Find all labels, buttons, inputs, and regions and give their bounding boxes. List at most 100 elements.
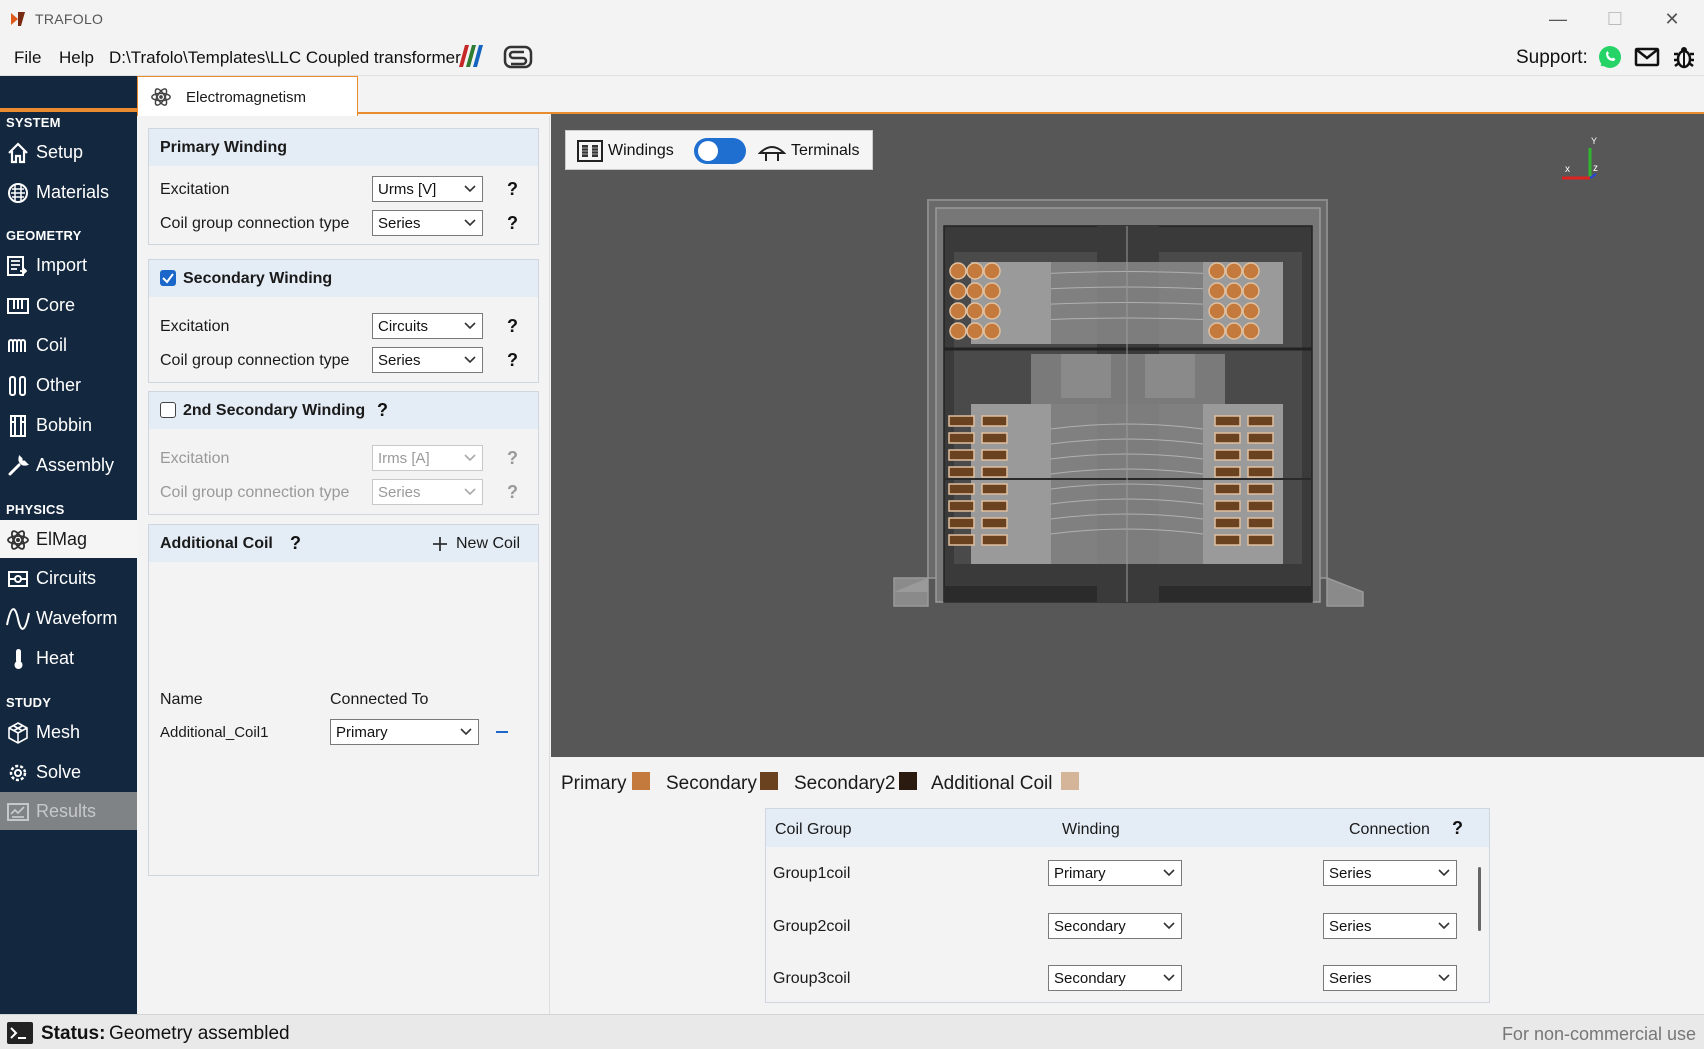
status-label: Status: [41,1023,106,1044]
maximize-icon[interactable]: ☐ [1595,6,1635,32]
mail-icon[interactable] [1634,44,1660,70]
windings-terminals-switch[interactable] [694,138,746,164]
secondary-excitation-select[interactable]: Circuits [372,313,483,339]
transformer-model [893,199,1364,607]
3d-viewport[interactable] [551,114,1704,757]
sidebar-item-coil[interactable]: Coil [0,326,137,364]
terminals-label[interactable]: Terminals [791,142,859,160]
sidebar-item-other[interactable]: Other [0,366,137,404]
primary-winding-header: Primary Winding [149,129,538,166]
menu-help[interactable]: Help [59,48,94,68]
close-icon[interactable]: ✕ [1652,6,1692,32]
sidebar-item-elmag[interactable]: ElMag [0,520,137,558]
row-connection-select[interactable]: Series [1323,860,1457,886]
menu-file[interactable]: File [14,48,41,68]
gear-icon [9,764,27,782]
sidebar-item-core[interactable]: Core [0,286,137,324]
secondary-excitation-help[interactable]: ? [507,316,518,337]
sidebar-item-import[interactable]: Import [0,246,137,284]
secondary2-help[interactable]: ? [377,400,388,421]
sidebar-item-assembly[interactable]: Assembly [0,446,137,484]
chevron-down-icon [464,356,476,364]
sidebar-item-mesh[interactable]: Mesh [0,713,137,751]
tab-electromagnetism[interactable]: Electromagnetism [137,76,358,116]
checkmark-icon [162,273,174,284]
coil-group-table: Coil Group Winding Connection ? Group1co… [765,808,1490,1003]
atom-icon [7,530,29,550]
sidebar-item-setup[interactable]: Setup [0,133,137,171]
legend-additional-label: Additional Coil [931,773,1053,794]
section-physics: PHYSICS [6,502,65,517]
minimize-icon[interactable]: — [1538,6,1578,32]
status-value: Geometry assembled [109,1023,290,1044]
primary-connection-help[interactable]: ? [507,213,518,234]
status-bar: Status: Geometry assembled For non-comme… [0,1014,1704,1049]
section-system: SYSTEM [6,115,61,130]
chevron-down-icon [464,322,476,330]
windings-label[interactable]: Windings [608,142,674,160]
secondary2-winding-header: 2nd Secondary Winding ? [149,392,538,429]
thermometer-icon [14,649,23,669]
primary-winding-group: Primary Winding Excitation Urms [V] ? Co… [148,128,539,245]
additional-coil-help[interactable]: ? [290,533,301,554]
secondary2-connection-select[interactable]: Series [372,479,483,505]
sidebar-item-solve[interactable]: Solve [0,753,137,791]
secondary2-excitation-select[interactable]: Irms [A] [372,445,483,471]
circuits-icon [8,571,28,587]
row-winding-select[interactable]: Primary [1048,860,1182,886]
sidebar-item-results[interactable]: Results [0,792,137,830]
coil-table-help[interactable]: ? [1452,818,1463,839]
core-icon [7,298,29,314]
col-winding: Winding [1062,821,1120,838]
table-scrollbar[interactable] [1478,867,1481,931]
additional-coil-connected-select[interactable]: Primary [330,719,479,745]
menu-bar: File Help D:\Trafolo\Templates\LLC Coupl… [0,38,1704,76]
color-bars-logo-icon[interactable] [457,45,487,67]
secondary2-winding-checkbox[interactable] [160,402,176,418]
wrench-icon [8,455,29,476]
legend-additional-swatch [1061,772,1079,790]
home-icon [8,142,28,164]
secondary2-winding-title: 2nd Secondary Winding [183,402,366,419]
primary-connection-select[interactable]: Series [372,210,483,236]
section-geometry: GEOMETRY [6,228,82,243]
bug-icon[interactable] [1671,44,1697,70]
title-bar: TRAFOLO — ☐ ✕ [0,0,1704,38]
axis-z-label: z [1593,163,1598,174]
sidebar-item-circuits[interactable]: Circuits [0,559,137,597]
row-connection-select[interactable]: Series [1323,965,1457,991]
additional-coil-header: Additional Coil ? New Coil [149,525,538,562]
sidebar-item-waveform[interactable]: Waveform [0,599,137,637]
windings-terminals-toggle-bar: Windings Terminals [565,130,873,170]
legend-secondary-swatch [760,772,778,790]
row-connection-select[interactable]: Series [1323,913,1457,939]
secondary2-excitation-help[interactable]: ? [507,448,518,469]
secondary-connection-select[interactable]: Series [372,347,483,373]
secondary-excitation-label: Excitation [160,318,230,335]
axes-gizmo: Y x z [1552,136,1602,186]
import-icon [7,256,28,276]
trafolo-logo-icon [11,12,25,26]
primary-excitation-help[interactable]: ? [507,179,518,200]
chevron-down-icon [1163,869,1175,877]
primary-excitation-label: Excitation [160,181,230,198]
row-winding-select[interactable]: Secondary [1048,965,1182,991]
secondary2-connection-help[interactable]: ? [507,482,518,503]
sidebar-item-heat[interactable]: Heat [0,639,137,677]
secondary2-winding-group: 2nd Secondary Winding ? Excitation Irms … [148,391,539,515]
secondary-winding-header: Secondary Winding [149,260,538,297]
windings-icon [577,140,603,162]
remove-coil-icon[interactable] [494,725,510,739]
sidebar-item-bobbin[interactable]: Bobbin [0,406,137,444]
additional-coil-name: Additional_Coil1 [160,724,269,741]
secondary-winding-checkbox[interactable] [160,270,176,286]
s-logo-icon[interactable] [503,45,533,69]
additional-col-name: Name [160,691,203,708]
primary-excitation-select[interactable]: Urms [V] [372,176,483,202]
whatsapp-icon[interactable] [1597,44,1623,70]
row-winding-select[interactable]: Secondary [1048,913,1182,939]
chevron-down-icon [1438,869,1450,877]
license-note: For non-commercial use [1501,1024,1696,1044]
secondary-connection-help[interactable]: ? [507,350,518,371]
sidebar-item-materials[interactable]: Materials [0,173,137,211]
